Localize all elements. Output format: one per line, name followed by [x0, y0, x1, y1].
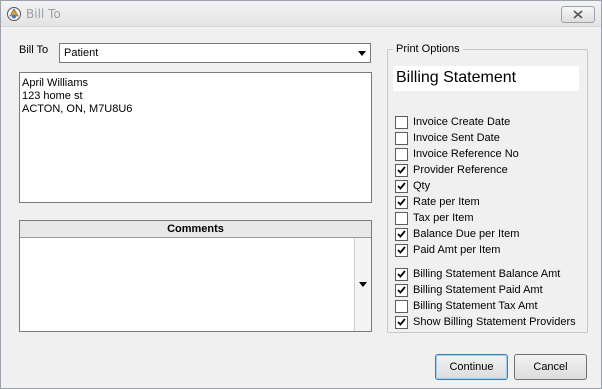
app-icon — [7, 7, 21, 21]
checkmark-icon — [397, 318, 406, 326]
comments-dropdown-button[interactable] — [354, 238, 371, 331]
print-option-row[interactable]: Billing Statement Balance Amt — [395, 267, 560, 281]
print-option-checkbox[interactable] — [395, 179, 408, 193]
window-title: Bill To — [26, 7, 61, 21]
print-option-checkbox[interactable] — [395, 267, 408, 281]
checkmark-icon — [397, 270, 406, 278]
print-option-label: Billing Statement Balance Amt — [413, 268, 561, 280]
bill-to-selected-value: Patient — [64, 47, 99, 59]
print-option-row[interactable]: Qty — [395, 179, 430, 193]
print-option-row[interactable]: Show Billing Statement Providers — [395, 315, 576, 329]
print-option-checkbox[interactable] — [395, 283, 408, 297]
print-option-label: Billing Statement Tax Amt — [413, 300, 538, 312]
print-option-label: Rate per Item — [413, 196, 480, 208]
comments-header: Comments — [20, 221, 371, 238]
print-option-row[interactable]: Billing Statement Paid Amt — [395, 283, 543, 297]
print-option-label: Invoice Create Date — [413, 116, 511, 128]
checkmark-icon — [397, 230, 406, 238]
title-bar: Bill To — [1, 1, 601, 27]
print-option-label: Balance Due per Item — [413, 228, 520, 240]
checkmark-icon — [397, 246, 406, 254]
print-option-checkbox[interactable] — [395, 315, 408, 329]
checkmark-icon — [397, 198, 406, 206]
address-textbox[interactable]: April Williams 123 home st ACTON, ON, M7… — [19, 72, 372, 203]
checkmark-icon — [397, 166, 406, 174]
dropdown-arrow-icon[interactable] — [353, 44, 370, 62]
print-option-label: Billing Statement Paid Amt — [413, 284, 543, 296]
print-option-row[interactable]: Paid Amt per Item — [395, 243, 500, 257]
print-option-row[interactable]: Provider Reference — [395, 163, 508, 177]
print-option-row[interactable]: Rate per Item — [395, 195, 480, 209]
bill-to-dialog: Bill To Bill To Patient April Williams 1… — [0, 0, 602, 389]
address-line: April Williams — [22, 77, 88, 89]
print-option-checkbox[interactable] — [395, 163, 408, 177]
close-button[interactable] — [561, 6, 595, 23]
print-option-checkbox[interactable] — [395, 211, 408, 225]
print-option-row[interactable]: Tax per Item — [395, 211, 474, 225]
dropdown-arrow-icon — [359, 282, 367, 287]
print-options-legend: Print Options — [393, 43, 463, 55]
print-option-label: Show Billing Statement Providers — [413, 316, 576, 328]
print-option-checkbox[interactable] — [395, 227, 408, 241]
statement-title: Billing Statement — [393, 66, 579, 91]
cancel-button[interactable]: Cancel — [514, 354, 587, 380]
address-line: 123 home st — [22, 90, 83, 102]
print-option-row[interactable]: Invoice Reference No — [395, 147, 519, 161]
comments-textarea[interactable] — [20, 238, 353, 331]
print-option-label: Qty — [413, 180, 431, 192]
close-icon — [573, 10, 583, 19]
print-option-checkbox[interactable] — [395, 131, 408, 145]
print-option-label: Invoice Sent Date — [413, 132, 500, 144]
print-option-label: Tax per Item — [413, 212, 474, 224]
checkmark-icon — [397, 182, 406, 190]
checkmark-icon — [397, 286, 406, 294]
print-option-checkbox[interactable] — [395, 243, 408, 257]
address-line: ACTON, ON, M7U8U6 — [22, 103, 133, 115]
print-option-label: Invoice Reference No — [413, 148, 519, 160]
continue-button[interactable]: Continue — [435, 354, 508, 380]
print-option-row[interactable]: Billing Statement Tax Amt — [395, 299, 538, 313]
bill-to-select[interactable]: Patient — [59, 43, 371, 63]
print-option-label: Paid Amt per Item — [413, 244, 501, 256]
print-option-checkbox[interactable] — [395, 299, 408, 313]
print-option-row[interactable]: Invoice Sent Date — [395, 131, 500, 145]
comments-panel: Comments — [19, 220, 372, 332]
print-option-checkbox[interactable] — [395, 147, 408, 161]
print-option-row[interactable]: Invoice Create Date — [395, 115, 510, 129]
print-option-checkbox[interactable] — [395, 195, 408, 209]
print-option-row[interactable]: Balance Due per Item — [395, 227, 519, 241]
print-option-checkbox[interactable] — [395, 115, 408, 129]
bill-to-label: Bill To — [19, 44, 49, 56]
print-option-label: Provider Reference — [413, 164, 508, 176]
